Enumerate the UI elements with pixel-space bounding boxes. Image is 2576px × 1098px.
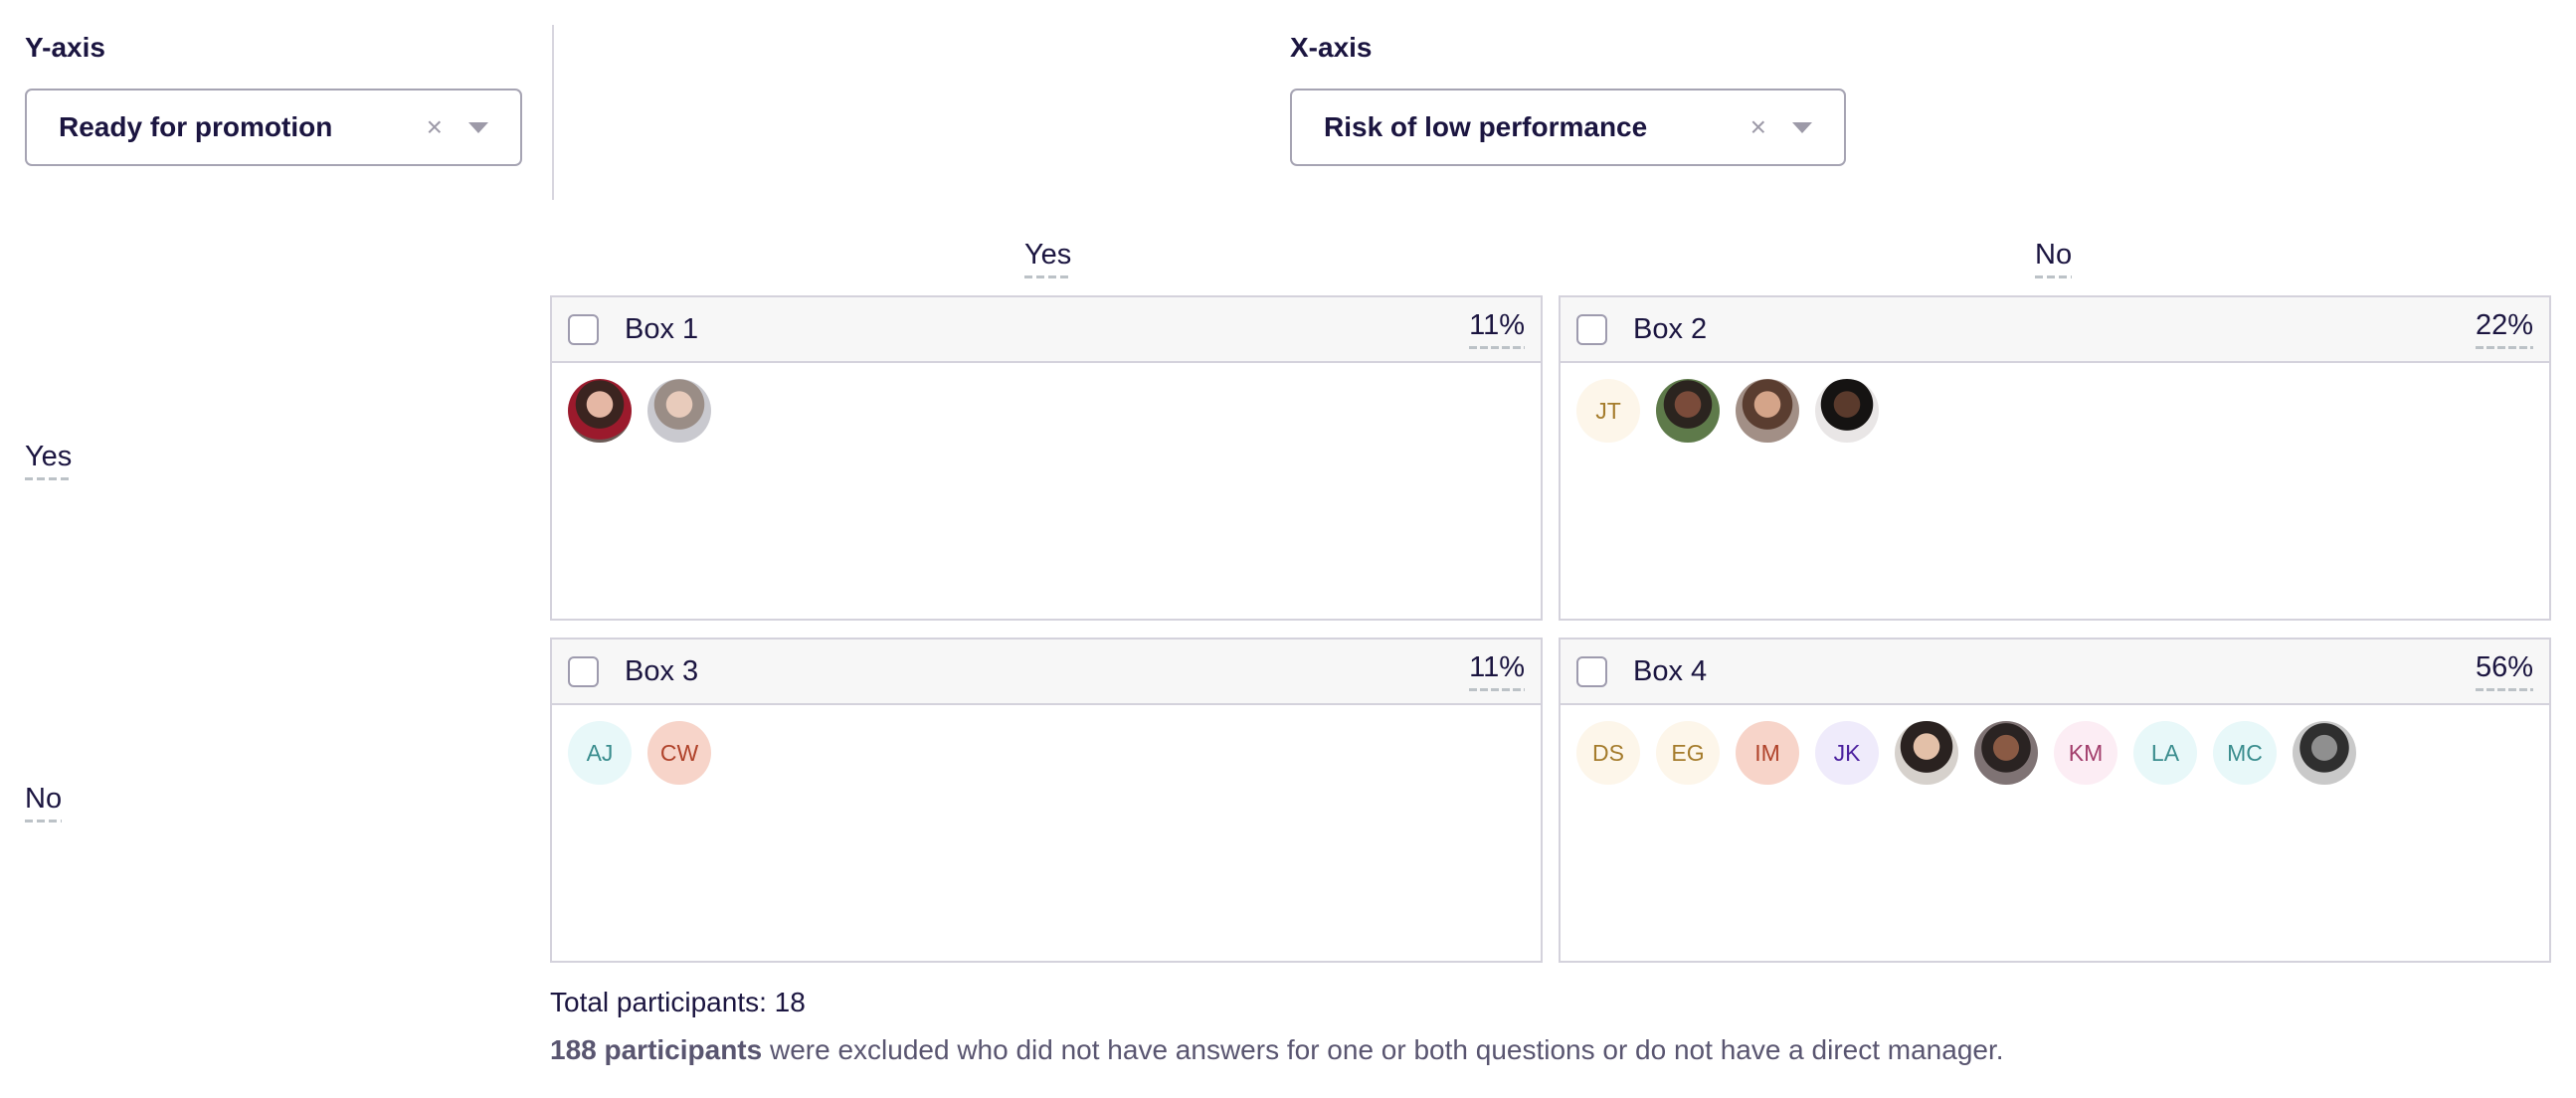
dashed-underline [1469, 346, 1525, 349]
avatar-photo[interactable] [1656, 379, 1720, 443]
box-3: Box 3 11% AJ CW [550, 638, 1543, 963]
box-percent: 22% [2475, 309, 2533, 349]
divider [552, 25, 554, 200]
x-axis-clear-icon[interactable]: × [1750, 113, 1766, 141]
y-axis-clear-icon[interactable]: × [427, 113, 443, 141]
row-header-yes-text: Yes [25, 441, 73, 472]
avatar-initials[interactable]: AJ [568, 721, 632, 785]
box-title: Box 2 [1633, 312, 1708, 345]
column-header-no-text: No [2035, 239, 2073, 271]
row-header-yes: Yes [25, 441, 73, 480]
row-header-no: No [25, 783, 63, 823]
dashed-underline [1024, 275, 1072, 278]
x-axis-selected-value: Risk of low performance [1324, 111, 1648, 142]
avatar-list [552, 363, 1541, 458]
avatar-list: JT [1561, 363, 2549, 458]
avatar-photo[interactable] [1815, 379, 1879, 443]
avatar-initials[interactable]: CW [647, 721, 711, 785]
x-axis-label: X-axis [1290, 32, 1373, 63]
avatar-initials[interactable]: EG [1656, 721, 1720, 785]
box-2-checkbox[interactable] [1576, 313, 1607, 345]
avatar-photo[interactable] [1895, 721, 1958, 785]
avatar-initials[interactable]: JT [1576, 379, 1640, 443]
avatar-initials[interactable]: LA [2133, 721, 2197, 785]
box-percent: 11% [1469, 651, 1525, 691]
box-1-checkbox[interactable] [568, 313, 599, 345]
box-4: Box 4 56% DS EG IM JK KM LA MC [1559, 638, 2551, 963]
column-header-yes: Yes [1024, 239, 1072, 278]
avatar-list: AJ CW [552, 705, 1541, 801]
dashed-underline [1469, 688, 1525, 691]
avatar-initials[interactable]: DS [1576, 721, 1640, 785]
avatar-photo[interactable] [647, 379, 711, 443]
box-header: Box 2 22% [1561, 297, 2549, 363]
box-percent: 56% [2475, 651, 2533, 691]
avatar-initials[interactable]: MC [2213, 721, 2277, 785]
avatar-initials[interactable]: IM [1736, 721, 1799, 785]
box-percent-value: 11% [1469, 651, 1525, 683]
box-percent-value: 22% [2475, 309, 2533, 341]
box-3-checkbox[interactable] [568, 655, 599, 687]
box-title: Box 3 [625, 654, 699, 687]
row-header-no-text: No [25, 783, 63, 815]
excluded-note: 188 participants were excluded who did n… [550, 1034, 2004, 1066]
dashed-underline [2475, 346, 2533, 349]
box-header: Box 4 56% [1561, 640, 2549, 705]
box-header: Box 3 11% [552, 640, 1541, 705]
box-percent: 11% [1469, 309, 1525, 349]
avatar-photo[interactable] [1736, 379, 1799, 443]
y-axis-selected-value: Ready for promotion [59, 111, 333, 142]
avatar-list: DS EG IM JK KM LA MC [1561, 705, 2549, 801]
y-axis-chevron-down-icon[interactable] [468, 121, 488, 133]
avatar-initials[interactable]: JK [1815, 721, 1879, 785]
dashed-underline [25, 477, 73, 480]
excluded-text: were excluded who did not have answers f… [762, 1034, 2004, 1065]
x-axis-chevron-down-icon[interactable] [1792, 121, 1812, 133]
excluded-count: 188 participants [550, 1034, 763, 1065]
dashed-underline [2475, 688, 2533, 691]
box-percent-value: 11% [1469, 309, 1525, 341]
avatar-photo[interactable] [568, 379, 632, 443]
box-2: Box 2 22% JT [1559, 295, 2551, 621]
box-percent-value: 56% [2475, 651, 2533, 683]
total-participants: Total participants: 18 [550, 987, 806, 1017]
y-axis-select[interactable]: Ready for promotion × [25, 89, 522, 166]
y-axis-label: Y-axis [25, 32, 105, 63]
box-title: Box 1 [625, 312, 699, 345]
box-header: Box 1 11% [552, 297, 1541, 363]
avatar-photo[interactable] [2293, 721, 2356, 785]
box-4-checkbox[interactable] [1576, 655, 1607, 687]
dashed-underline [25, 820, 63, 823]
x-axis-select[interactable]: Risk of low performance × [1290, 89, 1846, 166]
avatar-photo[interactable] [1974, 721, 2038, 785]
avatar-initials[interactable]: KM [2054, 721, 2117, 785]
dashed-underline [2035, 275, 2073, 278]
column-header-yes-text: Yes [1024, 239, 1072, 271]
column-header-no: No [2035, 239, 2073, 278]
box-1: Box 1 11% [550, 295, 1543, 621]
box-title: Box 4 [1633, 654, 1708, 687]
